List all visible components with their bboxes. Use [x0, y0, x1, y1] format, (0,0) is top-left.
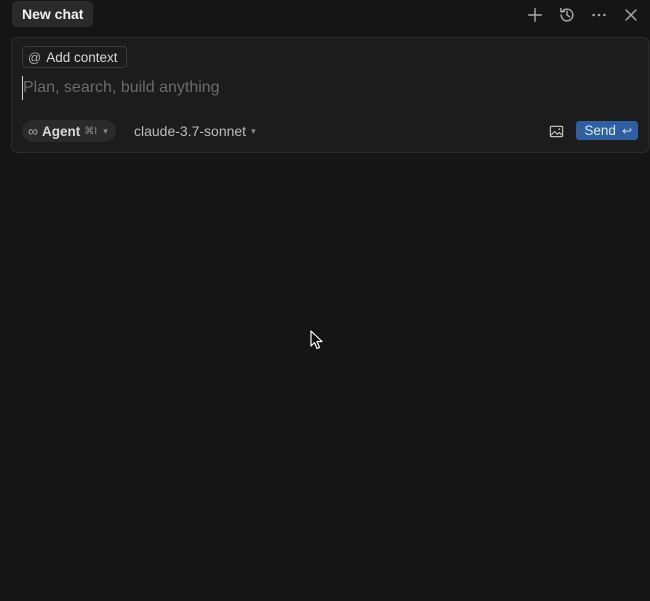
model-label: claude-3.7-sonnet — [134, 123, 247, 139]
infinity-icon: ∞ — [28, 123, 38, 139]
more-icon[interactable] — [586, 3, 612, 27]
close-icon[interactable] — [618, 3, 644, 27]
chevron-down-icon: ▾ — [103, 125, 108, 136]
mode-label: Agent — [41, 123, 81, 139]
chat-panel: New chat @ Add context Plan, search, bui… — [0, 0, 650, 601]
enter-icon: ↩ — [621, 123, 632, 138]
history-icon[interactable] — [554, 3, 580, 27]
image-icon[interactable] — [546, 121, 566, 141]
mouse-cursor-icon — [310, 330, 323, 350]
tab-new-chat[interactable]: New chat — [12, 1, 94, 27]
at-icon: @ — [28, 49, 42, 65]
send-label: Send — [584, 123, 616, 138]
model-selector[interactable]: claude-3.7-sonnet ▾ — [134, 120, 256, 142]
add-context-button[interactable]: @ Add context — [22, 46, 127, 68]
chat-header: New chat — [0, 0, 650, 30]
composer: @ Add context ∞ Agent ⌘I ▾ claude-3.7-so… — [11, 37, 649, 153]
header-actions — [522, 3, 644, 27]
new-chat-icon[interactable] — [522, 3, 548, 27]
add-context-label: Add context — [46, 49, 118, 65]
mode-selector[interactable]: ∞ Agent ⌘I ▾ — [22, 120, 116, 142]
composer-toolbar: ∞ Agent ⌘I ▾ claude-3.7-sonnet ▾ Send ↩ — [22, 120, 638, 142]
send-button[interactable]: Send ↩ — [576, 121, 638, 140]
prompt-input[interactable] — [22, 76, 622, 100]
mode-shortcut: ⌘I — [84, 125, 98, 137]
chevron-down-icon: ▾ — [251, 125, 256, 136]
